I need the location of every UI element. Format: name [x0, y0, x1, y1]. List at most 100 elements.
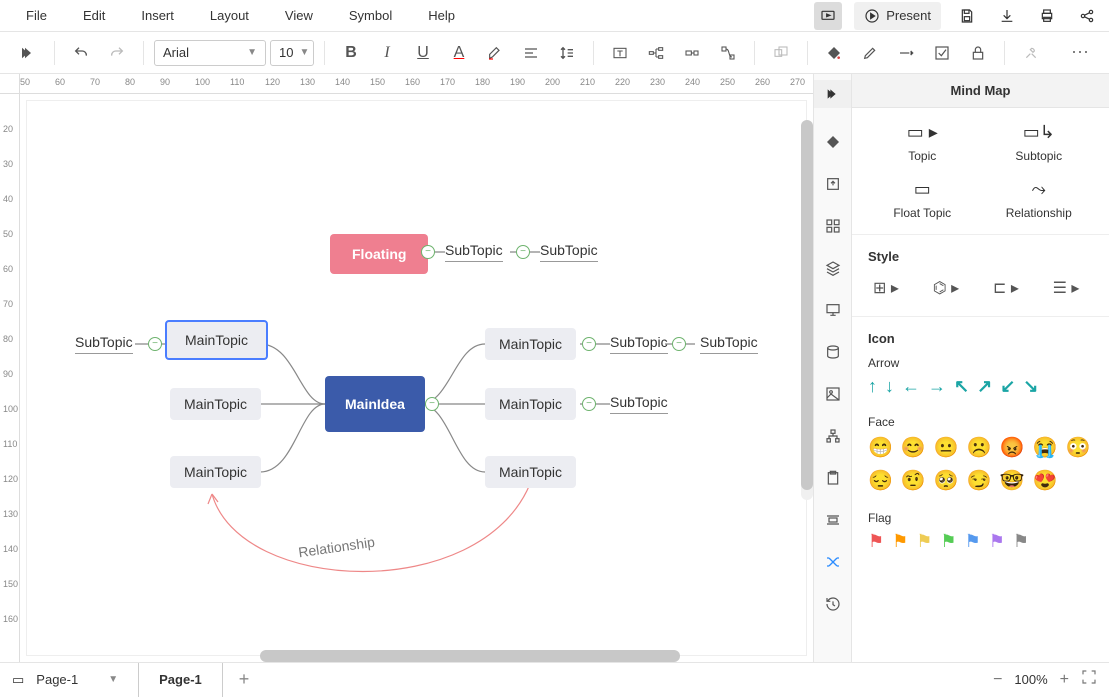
node-left1-sub[interactable]: SubTopic — [75, 334, 133, 354]
canvas[interactable]: Floating − SubTopic − SubTopic MainIdea … — [20, 94, 813, 662]
data-tool-icon[interactable] — [821, 340, 845, 364]
flag-red-icon[interactable]: ⚑ — [868, 531, 884, 552]
insert-topic-button[interactable]: ▭ ▸ Topic — [868, 122, 977, 163]
menu-layout[interactable]: Layout — [192, 8, 267, 23]
slideshow-mode-icon[interactable] — [814, 2, 842, 30]
mindmap-tool-icon[interactable] — [821, 550, 845, 574]
more-icon[interactable]: ⋯ — [1063, 42, 1097, 63]
node-left3[interactable]: MainTopic — [170, 456, 261, 488]
zoom-out-button[interactable]: − — [993, 671, 1002, 689]
collapse-icon[interactable]: − — [425, 397, 439, 411]
menu-view[interactable]: View — [267, 8, 331, 23]
insert-floattopic-button[interactable]: ▭ Float Topic — [868, 179, 977, 220]
emoji-nerd-icon[interactable]: 🤓 — [1000, 468, 1025, 493]
node-right1-sub2[interactable]: SubTopic — [700, 334, 758, 354]
fontcolor-icon[interactable]: A — [443, 37, 475, 69]
add-page-button[interactable]: + — [239, 669, 250, 690]
present-button[interactable]: Present — [854, 2, 941, 30]
node-right2[interactable]: MainTopic — [485, 388, 576, 420]
emoji-frown-icon[interactable]: ☹️ — [967, 435, 992, 460]
emoji-flushed-icon[interactable]: 😳 — [1065, 435, 1090, 460]
pagelist-icon[interactable]: ▭ — [12, 672, 24, 688]
branch-icon[interactable] — [640, 37, 672, 69]
menu-edit[interactable]: Edit — [65, 8, 123, 23]
fill-tool-icon[interactable] — [821, 130, 845, 154]
emoji-hearteyes-icon[interactable]: 😍 — [1033, 468, 1058, 493]
arrow-down-icon[interactable]: ↓ — [885, 376, 894, 397]
italic-icon[interactable]: I — [371, 37, 403, 69]
export-tool-icon[interactable] — [821, 172, 845, 196]
menu-insert[interactable]: Insert — [123, 8, 192, 23]
emoji-sleep-icon[interactable]: 😔 — [868, 468, 893, 493]
arrow-left-icon[interactable]: ← — [902, 376, 920, 397]
collapse-icon[interactable]: − — [582, 397, 596, 411]
zoom-in-button[interactable]: + — [1060, 671, 1069, 689]
layout-style3-icon[interactable]: ⊏ ▸ — [988, 274, 1024, 302]
print-icon[interactable] — [1033, 2, 1061, 30]
arrow-downleft-icon[interactable]: ↙ — [1000, 376, 1015, 397]
download-icon[interactable] — [993, 2, 1021, 30]
node-float-sub1[interactable]: SubTopic — [445, 242, 503, 262]
node-float-sub2[interactable]: SubTopic — [540, 242, 598, 262]
flag-green-icon[interactable]: ⚑ — [940, 531, 956, 552]
bold-icon[interactable]: B — [335, 37, 367, 69]
highlight-icon[interactable] — [479, 37, 511, 69]
pagelist-dropdown[interactable]: Page-1 ▼ — [36, 672, 118, 687]
emoji-smile-icon[interactable]: 😊 — [901, 435, 926, 460]
flag-blue-icon[interactable]: ⚑ — [965, 531, 981, 552]
node-floating[interactable]: Floating — [330, 234, 428, 274]
connector-icon[interactable] — [712, 37, 744, 69]
linespacing-icon[interactable] — [551, 37, 583, 69]
menu-symbol[interactable]: Symbol — [331, 8, 410, 23]
node-left2[interactable]: MainTopic — [170, 388, 261, 420]
collapse-icon[interactable]: − — [516, 245, 530, 259]
emoji-cute-icon[interactable]: 🥺 — [934, 468, 959, 493]
redo-icon[interactable] — [101, 37, 133, 69]
collapse-icon[interactable]: − — [672, 337, 686, 351]
lock-icon[interactable] — [962, 37, 994, 69]
page-tab[interactable]: Page-1 — [138, 663, 223, 697]
emoji-smirk-icon[interactable]: 😏 — [967, 468, 992, 493]
insert-relationship-button[interactable]: ⤳ Relationship — [985, 179, 1094, 220]
arrow-upleft-icon[interactable]: ↖ — [954, 376, 969, 397]
share-icon[interactable] — [1073, 2, 1101, 30]
clipboard-tool-icon[interactable] — [821, 466, 845, 490]
image-tool-icon[interactable] — [821, 382, 845, 406]
group-icon[interactable] — [765, 37, 797, 69]
orgchart-tool-icon[interactable] — [821, 424, 845, 448]
node-right1-sub1[interactable]: SubTopic — [610, 334, 668, 354]
flag-gray-icon[interactable]: ⚑ — [1013, 531, 1029, 552]
presentation-tool-icon[interactable] — [821, 298, 845, 322]
emoji-think-icon[interactable]: 🤨 — [901, 468, 926, 493]
emoji-grin-icon[interactable]: 😁 — [868, 435, 893, 460]
underline-icon[interactable]: U — [407, 37, 439, 69]
vertical-scrollbar[interactable] — [801, 120, 813, 500]
textbox-icon[interactable] — [604, 37, 636, 69]
flag-orange-icon[interactable]: ⚑ — [892, 531, 908, 552]
menu-help[interactable]: Help — [410, 8, 473, 23]
arrow-up-icon[interactable]: ↑ — [868, 376, 877, 397]
horizontal-scrollbar[interactable] — [260, 650, 680, 662]
collapse-icon[interactable]: − — [582, 337, 596, 351]
node-left1-selected[interactable]: MainTopic — [165, 320, 268, 360]
grid-tool-icon[interactable] — [821, 214, 845, 238]
layout-style4-icon[interactable]: ☰ ▸ — [1048, 274, 1084, 302]
line-style-icon[interactable] — [890, 37, 922, 69]
emoji-neutral-icon[interactable]: 😐 — [934, 435, 959, 460]
emoji-cry-icon[interactable]: 😭 — [1033, 435, 1058, 460]
arrow-upright-icon[interactable]: ↗ — [977, 376, 992, 397]
history-tool-icon[interactable] — [821, 592, 845, 616]
tools-icon[interactable] — [1015, 37, 1047, 69]
node-right2-sub[interactable]: SubTopic — [610, 394, 668, 414]
expand-collapse-icon[interactable] — [12, 37, 44, 69]
align-tool-icon[interactable] — [821, 508, 845, 532]
flag-purple-icon[interactable]: ⚑ — [989, 531, 1005, 552]
collapse-icon[interactable]: − — [148, 337, 162, 351]
menu-file[interactable]: File — [8, 8, 65, 23]
node-icon[interactable] — [676, 37, 708, 69]
checkbox-icon[interactable] — [926, 37, 958, 69]
layers-tool-icon[interactable] — [821, 256, 845, 280]
fill-icon[interactable] — [818, 37, 850, 69]
emoji-angry-icon[interactable]: 😡 — [1000, 435, 1025, 460]
align-icon[interactable] — [515, 37, 547, 69]
